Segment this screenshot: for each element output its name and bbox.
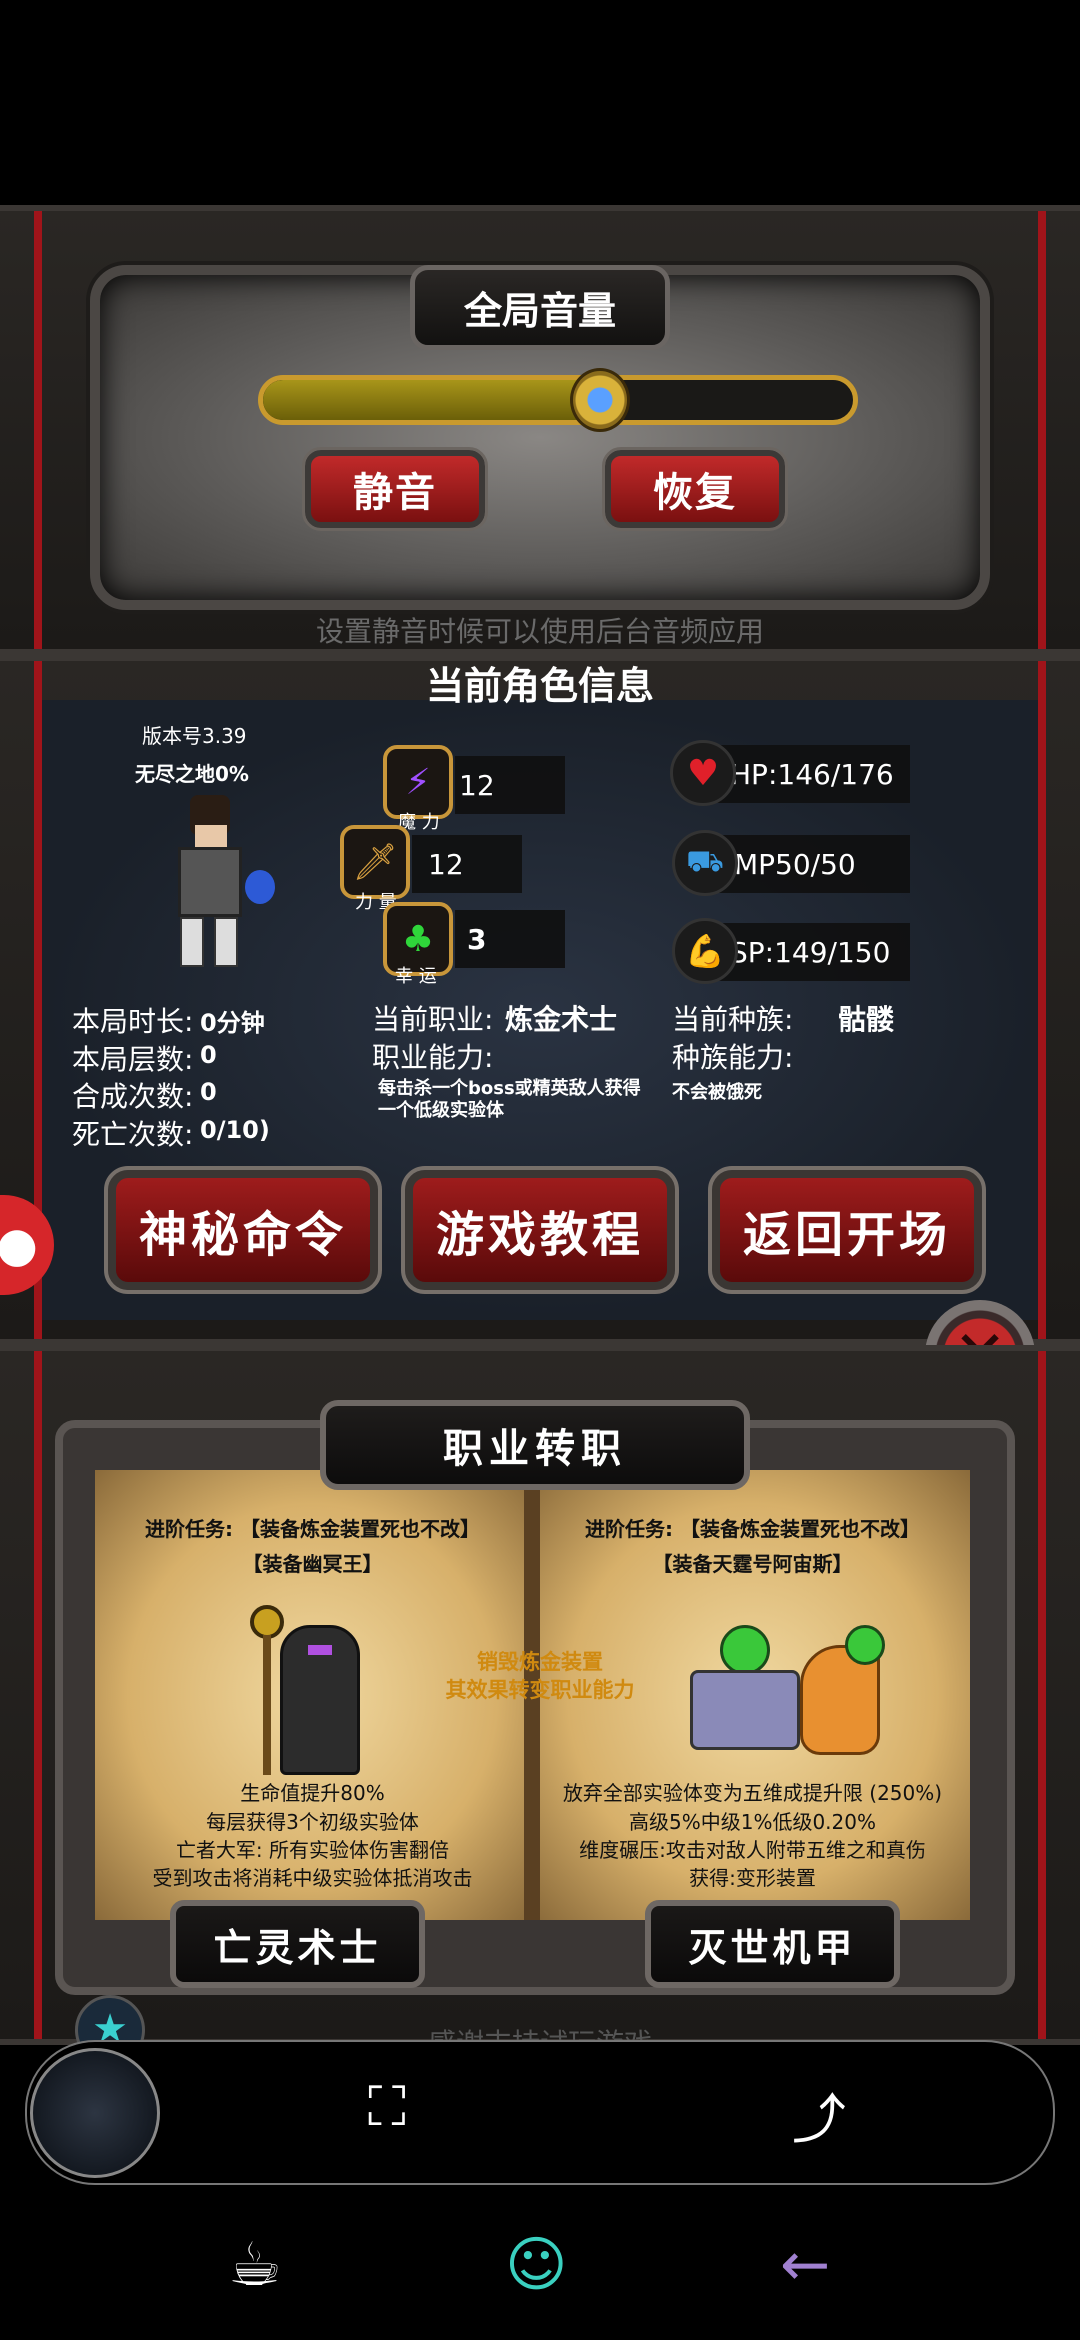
floors-value: 0 — [200, 1041, 217, 1069]
volume-title: 全局音量 — [410, 265, 670, 350]
magic-value-text: 12 — [459, 768, 495, 802]
race-label: 当前种族: — [672, 1003, 794, 1036]
race-value: 骷髅 — [838, 1003, 895, 1036]
volume-slider-fill — [263, 380, 600, 420]
synth-label: 合成次数: — [72, 1080, 194, 1113]
luck-value: 3 — [455, 910, 565, 968]
luck-label: 幸 运 — [395, 966, 437, 987]
heart-icon: ♥ — [670, 740, 736, 806]
synth-value: 0 — [200, 1078, 217, 1106]
back-to-start-button[interactable]: 返回开场 — [708, 1166, 986, 1294]
user-icon: ● — [0, 1217, 38, 1273]
left-task-line2: 【装备幽冥王】 — [242, 1552, 383, 1576]
left-effect-4: 受到攻击将消耗中级实验体抵消攻击 — [152, 1866, 473, 1890]
share-icon[interactable]: ⤴ — [792, 2075, 846, 2154]
mode-label: 无尽之地0% — [135, 762, 249, 786]
restore-button[interactable]: 恢复 — [602, 447, 788, 531]
race-ability-text: 不会被饿死 — [672, 1082, 762, 1103]
floors-label: 本局层数: — [72, 1043, 194, 1076]
job-change-title: 职业转职 — [320, 1400, 750, 1490]
back-arrow-icon[interactable]: ← — [780, 2230, 830, 2300]
sp-text: SP:149/150 — [730, 935, 891, 969]
magic-value: 12 — [455, 756, 565, 814]
job-label: 当前职业: — [372, 1003, 494, 1036]
right-effect-4: 获得:变形装置 — [689, 1866, 816, 1890]
right-effect-2: 高级5%中级1%低级0.20% — [629, 1810, 876, 1834]
luck-value-text: 3 — [467, 922, 487, 956]
job-value: 炼金术士 — [505, 1003, 618, 1036]
deaths-value: 0/10) — [200, 1116, 270, 1144]
mute-hint: 设置静音时候可以使用后台音频应用 — [315, 615, 764, 648]
right-rail — [1038, 661, 1046, 1339]
mech-button[interactable]: 灭世机甲 — [645, 1900, 900, 1988]
right-effect-1: 放弃全部实验体变为五维成提升限 (250%) — [562, 1781, 943, 1805]
left-rail — [34, 1351, 42, 2039]
center-text-1: 销毁炼金装置 — [477, 1650, 603, 1674]
tutorial-button[interactable]: 游戏教程 — [401, 1166, 679, 1294]
mech-sprite — [680, 1625, 920, 1775]
hp-text: HP:146/176 — [730, 757, 894, 791]
race-ability-label: 种族能力: — [672, 1041, 794, 1074]
secret-command-button[interactable]: 神秘命令 — [104, 1166, 382, 1294]
version-label: 版本号3.39 — [142, 724, 247, 748]
screenshot-toolbar — [25, 2040, 1055, 2185]
right-effect-3: 维度碾压:攻击对敌人附带五维之和真伤 — [579, 1838, 926, 1862]
character-section-title: 当前角色信息 — [425, 664, 654, 708]
cat-smile-icon[interactable]: ☺ — [505, 2230, 568, 2300]
left-effect-2: 每层获得3个初级实验体 — [206, 1810, 419, 1834]
muscle-icon: 💪 — [672, 918, 738, 984]
character-sprite — [150, 795, 280, 975]
mute-button[interactable]: 静音 — [302, 447, 488, 531]
right-rail — [1038, 211, 1046, 649]
right-task-line1: 进阶任务: 【装备炼金装置死也不改】 — [585, 1517, 920, 1541]
run-time-label: 本局时长: — [72, 1005, 194, 1038]
strength-value: 12 — [412, 835, 522, 893]
job-ability-label: 职业能力: — [372, 1041, 494, 1074]
deaths-label: 死亡次数: — [72, 1118, 194, 1151]
left-rail — [34, 211, 42, 649]
run-time-value: 0分钟 — [200, 1009, 265, 1037]
right-rail — [1038, 1351, 1046, 2039]
tea-dice-icon[interactable]: ☕ — [228, 2230, 282, 2300]
screenshot-thumbnail[interactable] — [30, 2048, 160, 2178]
left-effect-3: 亡者大军: 所有实验体伤害翻倍 — [175, 1838, 450, 1862]
necromancer-sprite — [250, 1605, 370, 1775]
volume-slider-knob[interactable] — [570, 368, 630, 432]
right-task-line2: 【装备天霆号阿宙斯】 — [652, 1552, 853, 1576]
center-text-2: 其效果转变职业能力 — [445, 1678, 635, 1702]
strength-value-text: 12 — [428, 847, 464, 881]
volume-slider[interactable] — [258, 375, 858, 425]
crop-edit-icon[interactable]: ⛶ — [368, 2075, 406, 2139]
mp-text: MP50/50 — [734, 847, 856, 881]
left-effect-1: 生命值提升80% — [240, 1781, 385, 1805]
necromancer-button[interactable]: 亡灵术士 — [170, 1900, 425, 1988]
mp-icon: ⛟ — [672, 830, 738, 896]
job-ability-text: 每击杀一个boss或精英敌人获得一个低级实验体 — [378, 1078, 641, 1121]
left-task-line1: 进阶任务: 【装备炼金装置死也不改】 — [145, 1517, 480, 1541]
